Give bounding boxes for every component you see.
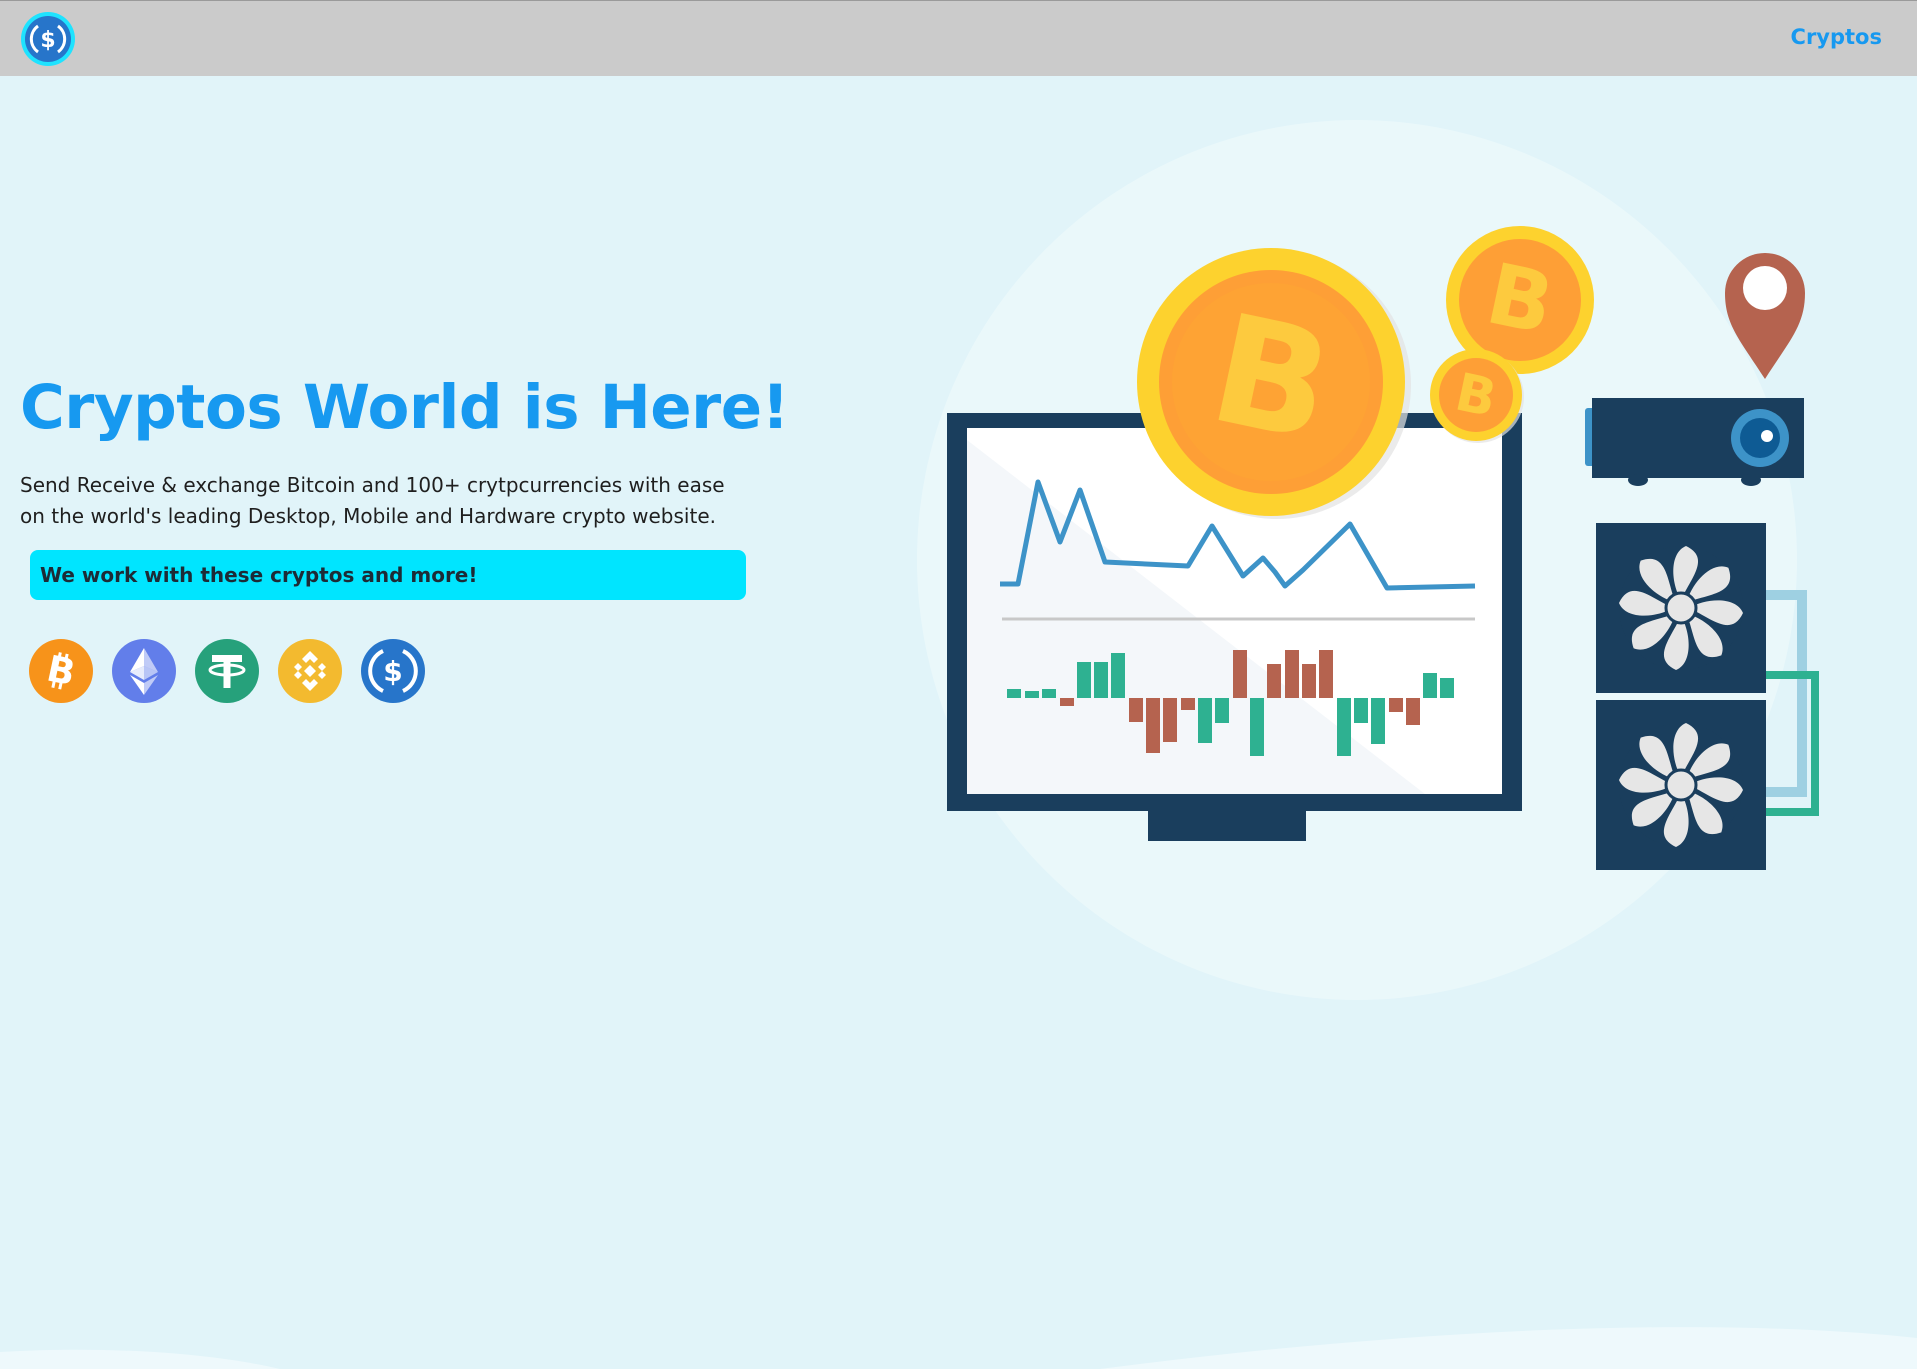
bnb-icon: [278, 639, 342, 703]
svg-text:$: $: [40, 28, 55, 53]
bottom-wave-decoration: [0, 1327, 1917, 1369]
projector-icon: [1585, 398, 1804, 486]
hero-title: Cryptos World is Here!: [20, 372, 789, 443]
usd-coin-icon: $: [361, 639, 425, 703]
top-navbar: $ Cryptos: [0, 0, 1917, 76]
hero-description-line-2: on the world's leading Desktop, Mobile a…: [20, 504, 716, 528]
crypto-callout-banner: We work with these cryptos and more!: [30, 550, 746, 600]
hero-description: Send Receive & exchange Bitcoin and 100+…: [20, 470, 740, 532]
large-bitcoin-coin-icon: B: [1137, 248, 1411, 519]
crypto-callout-text: We work with these cryptos and more!: [40, 563, 478, 587]
fan-icon-bottom: [1596, 700, 1766, 870]
fan-icon-top: [1596, 523, 1766, 693]
svg-text:$: $: [383, 655, 402, 688]
bitcoin-icon: B: [29, 639, 93, 703]
hero-description-line-1: Send Receive & exchange Bitcoin and 100+…: [20, 473, 725, 497]
tether-icon: [195, 639, 259, 703]
usd-coin-logo-icon[interactable]: $: [20, 11, 76, 67]
nav-link-cryptos[interactable]: Cryptos: [1791, 25, 1882, 49]
crypto-mining-illustration: B B B: [917, 120, 1819, 1000]
ethereum-icon: [112, 639, 176, 703]
